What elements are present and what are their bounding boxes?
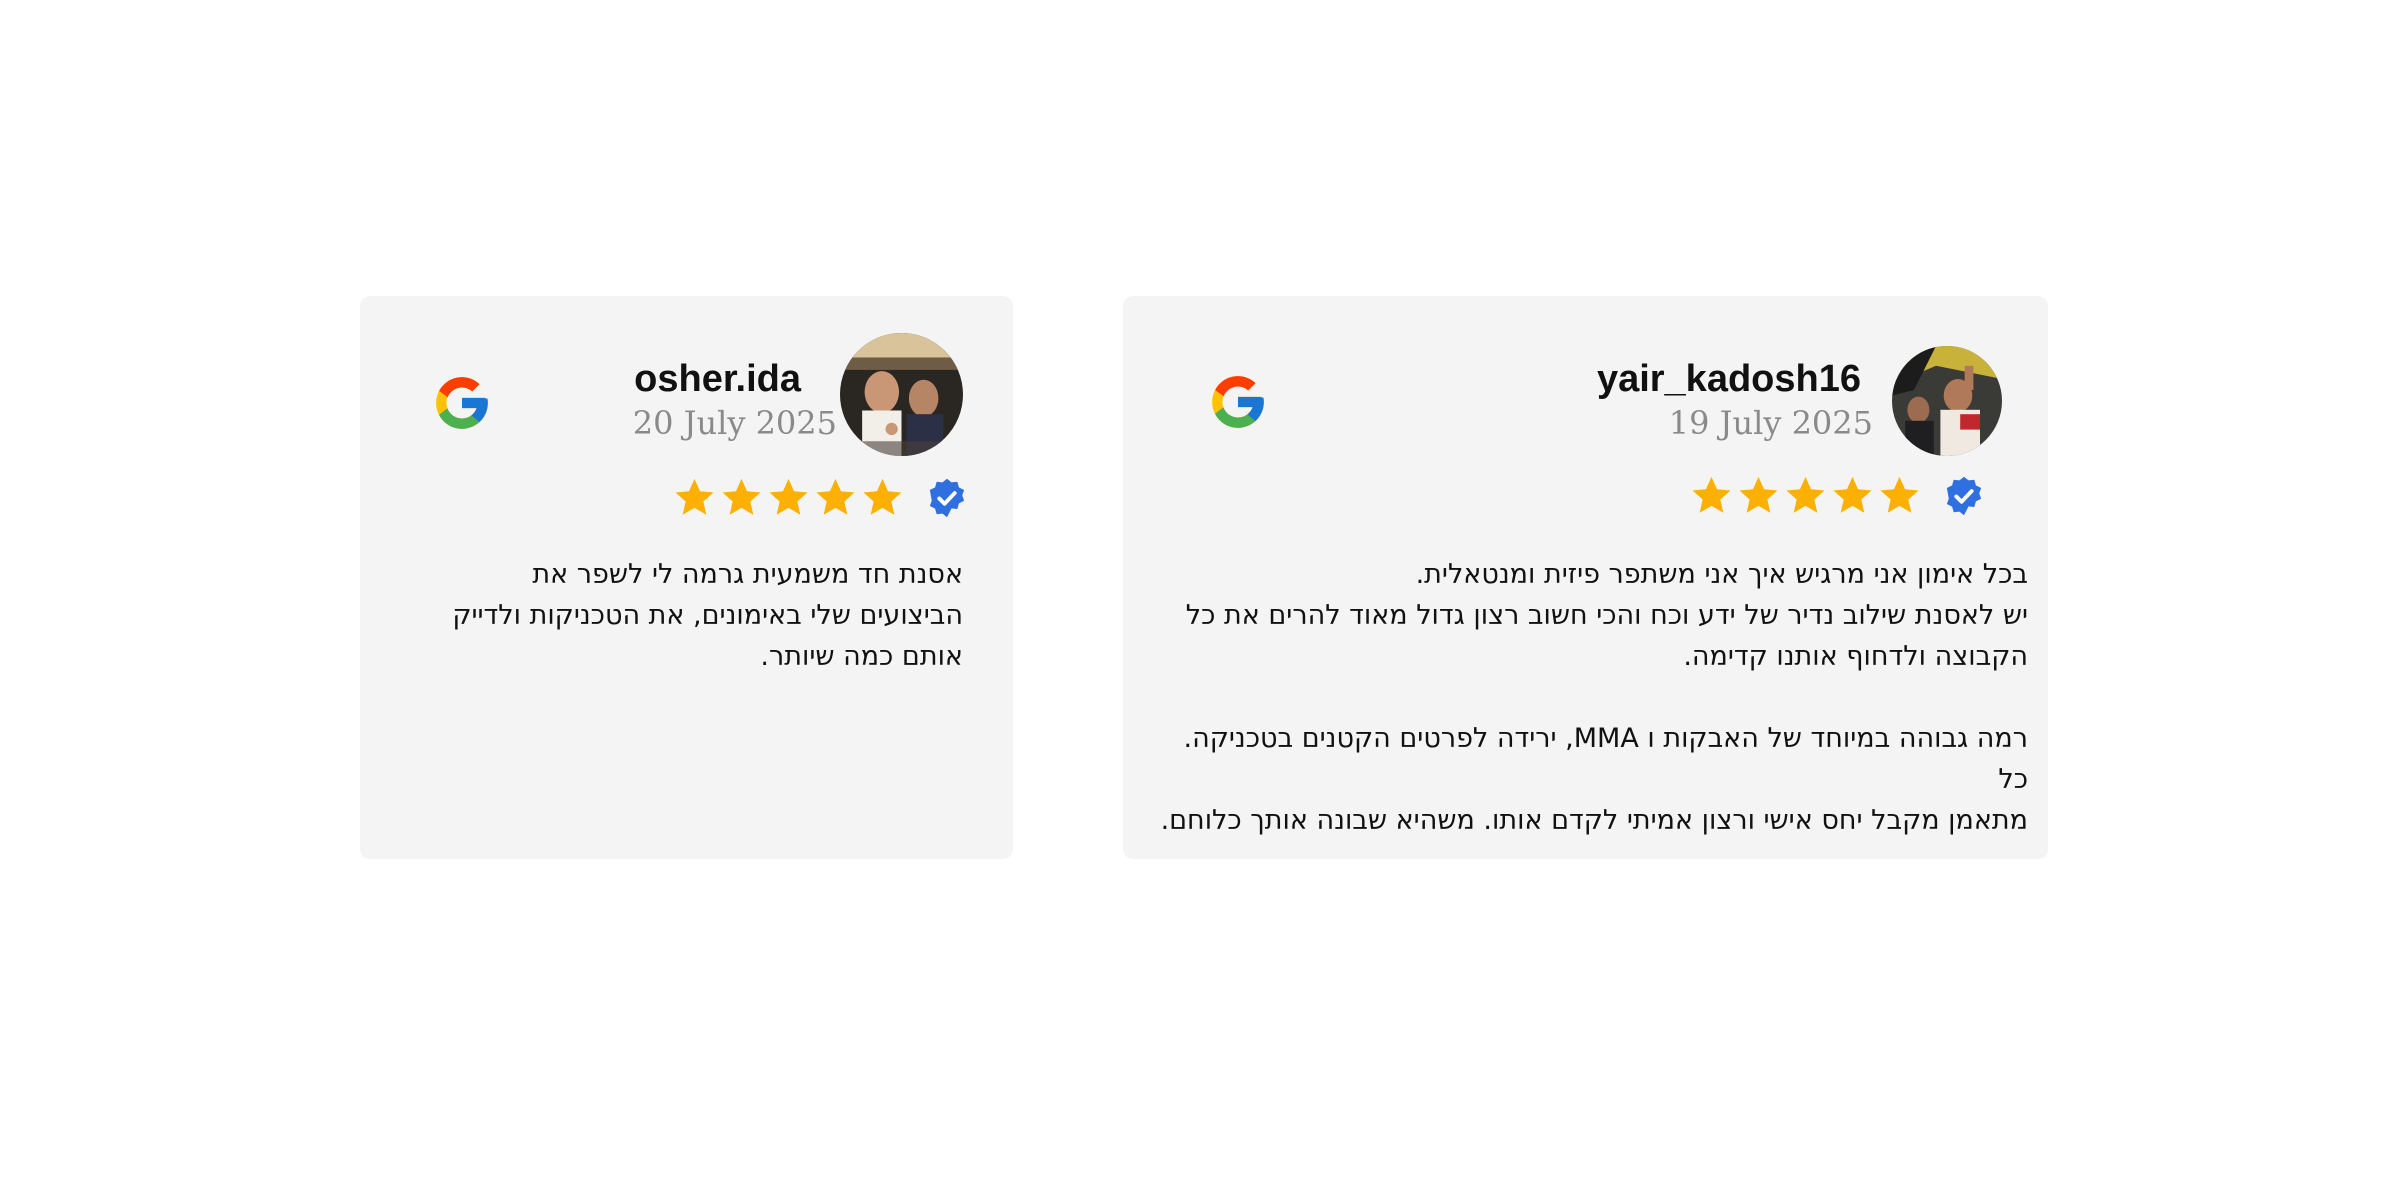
star-icon (861, 476, 904, 519)
avatar (840, 333, 963, 456)
star-icon (1784, 474, 1827, 517)
star-icon (1737, 474, 1780, 517)
verified-badge-icon (926, 477, 968, 519)
reviews-section: osher.ida 20 July 2025 אסנת חד משמעית גר… (0, 0, 2400, 1200)
star-icon (720, 476, 763, 519)
star-icon (1878, 474, 1921, 517)
review-card: yair_kadosh16 19 July 2025 בכל אימון אני… (1123, 296, 2048, 859)
review-date: 19 July 2025 (1668, 404, 1873, 442)
star-icon (1690, 474, 1733, 517)
verified-badge-icon (1943, 475, 1985, 517)
google-logo-icon (431, 372, 493, 434)
star-icon (673, 476, 716, 519)
review-date: 20 July 2025 (632, 404, 837, 442)
review-text: בכל אימון אני מרגיש איך אני משתפר פיזית … (1160, 559, 2028, 836)
star-rating (1690, 474, 1985, 517)
review-text: אסנת חד משמעית גרמה לי לשפר את הביצועים … (452, 559, 963, 672)
review-card: osher.ida 20 July 2025 אסנת חד משמעית גר… (360, 296, 1013, 859)
google-logo-icon (1207, 371, 1269, 433)
avatar (1892, 346, 2002, 456)
reviewer-name: osher.ida (634, 358, 801, 400)
star-icon (814, 476, 857, 519)
star-icon (767, 476, 810, 519)
reviewer-name: yair_kadosh16 (1596, 358, 1861, 400)
star-rating (673, 476, 968, 519)
star-icon (1831, 474, 1874, 517)
